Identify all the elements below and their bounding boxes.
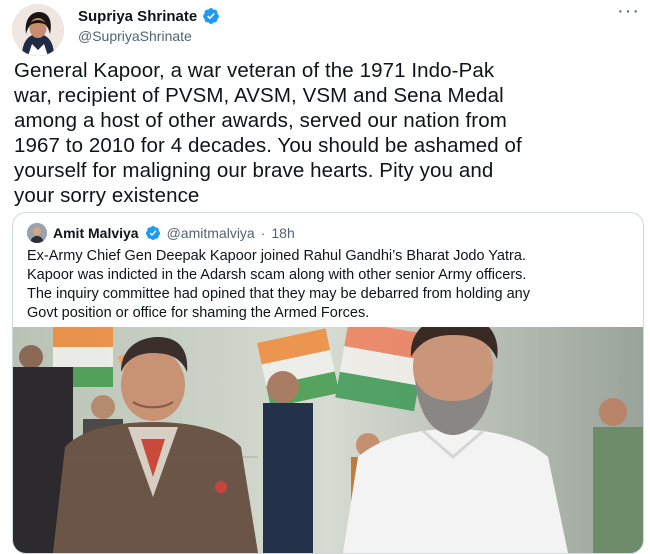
tweet-card: Supriya Shrinate @SupriyaShrinate ··· Ge… xyxy=(0,0,650,554)
more-icon[interactable]: ··· xyxy=(617,0,640,23)
quoted-tweet[interactable]: Amit Malviya @amitmalviya · 18h Ex-Army … xyxy=(12,212,644,554)
author-block: Supriya Shrinate @SupriyaShrinate xyxy=(78,6,220,44)
verified-icon xyxy=(203,8,220,24)
avatar[interactable] xyxy=(12,4,64,56)
display-name[interactable]: Supriya Shrinate xyxy=(78,8,197,25)
avatar-image xyxy=(12,4,64,56)
handle[interactable]: @SupriyaShrinate xyxy=(78,28,220,44)
quoted-timestamp[interactable]: 18h xyxy=(271,225,294,241)
quoted-tweet-header: Amit Malviya @amitmalviya · 18h xyxy=(27,223,295,243)
quoted-avatar[interactable] xyxy=(27,223,47,243)
tweet-text: General Kapoor, a war veteran of the 197… xyxy=(14,59,522,207)
quoted-tweet-photo[interactable] xyxy=(13,327,643,553)
quoted-display-name[interactable]: Amit Malviya xyxy=(53,225,139,241)
photo-two-men-at-rally xyxy=(13,327,643,553)
quoted-verified-icon xyxy=(145,226,160,240)
quoted-tweet-text: Ex-Army Chief Gen Deepak Kapoor joined R… xyxy=(27,248,530,321)
author-name-row: Supriya Shrinate xyxy=(78,6,220,26)
quoted-avatar-image xyxy=(27,223,47,243)
separator-dot: · xyxy=(260,225,266,241)
quoted-handle[interactable]: @amitmalviya xyxy=(167,225,255,241)
